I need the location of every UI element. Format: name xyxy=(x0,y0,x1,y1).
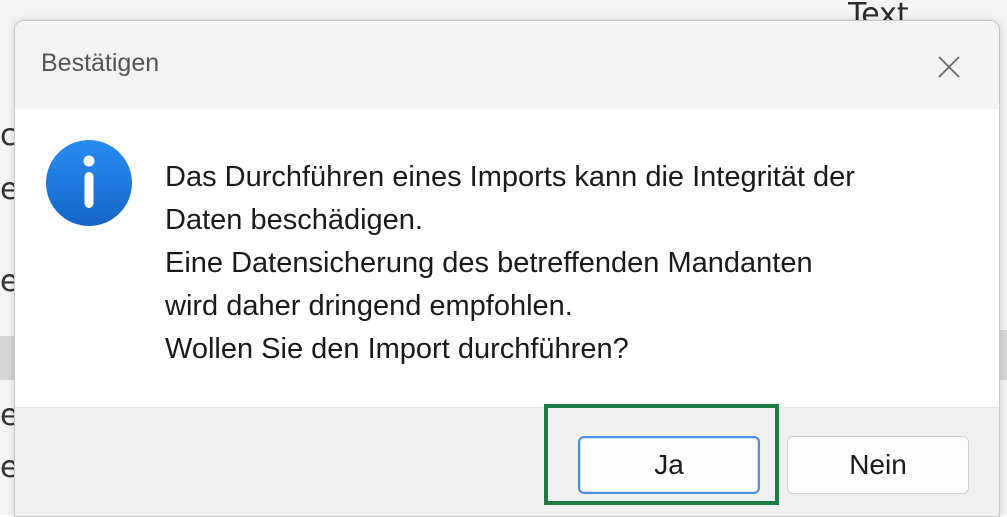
dialog-title: Bestätigen xyxy=(41,49,160,77)
dialog-message: Das Durchführen eines Imports kann die I… xyxy=(165,156,975,371)
no-button[interactable]: Nein xyxy=(787,436,969,494)
confirm-dialog: Bestätigen Das Durchführen eines Imports… xyxy=(14,20,1000,517)
message-line: Daten beschädigen. xyxy=(165,204,423,236)
info-icon xyxy=(46,140,132,226)
dialog-footer: Ja Nein xyxy=(15,407,999,516)
dialog-content: Das Durchführen eines Imports kann die I… xyxy=(15,109,999,407)
close-icon xyxy=(938,56,960,78)
message-line: Wollen Sie den Import durchführen? xyxy=(165,333,629,365)
message-line: wird daher dringend empfohlen. xyxy=(165,290,573,322)
background-text-fragment: c xyxy=(0,118,14,153)
dialog-titlebar: Bestätigen xyxy=(15,21,999,109)
background-text-fragment: er xyxy=(0,172,14,207)
message-line: Das Durchführen eines Imports kann die I… xyxy=(165,161,855,193)
message-line: Eine Datensicherung des betreffenden Man… xyxy=(165,247,813,279)
background-text-fragment: e xyxy=(0,450,14,485)
background-text-fragment: er xyxy=(0,398,14,433)
close-button[interactable] xyxy=(927,45,971,89)
background-text-fragment: e xyxy=(0,264,14,299)
yes-button[interactable]: Ja xyxy=(578,436,760,494)
